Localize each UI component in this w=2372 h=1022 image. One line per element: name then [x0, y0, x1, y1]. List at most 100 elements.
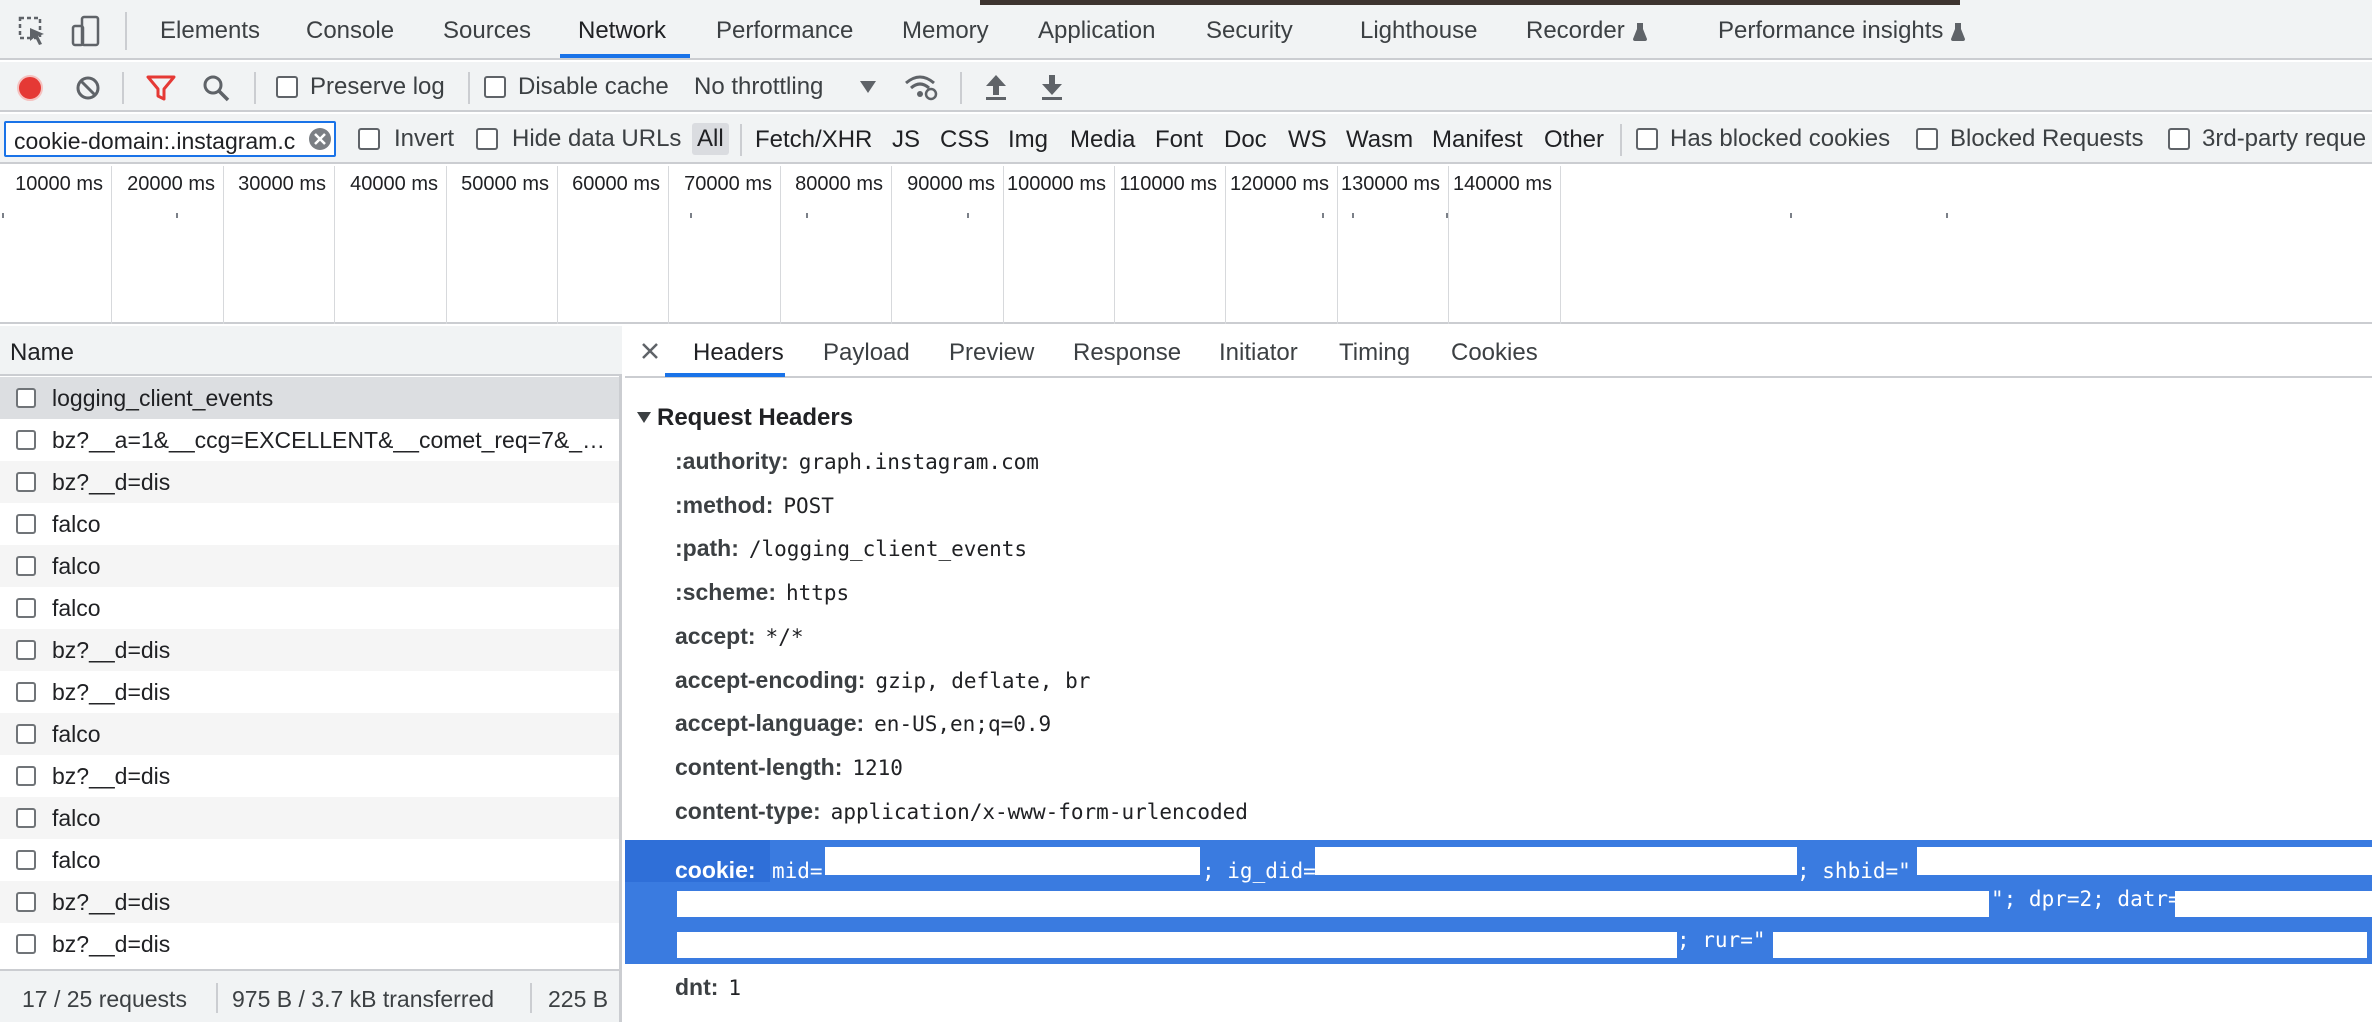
tab-cookies[interactable]: Cookies	[1451, 339, 1538, 367]
row-checkbox[interactable]	[16, 766, 36, 786]
header-row: :scheme: https	[675, 579, 849, 606]
header-key: accept-language:	[675, 710, 865, 737]
row-checkbox[interactable]	[16, 934, 36, 954]
header-row-dnt: dnt: 1	[675, 974, 741, 1001]
filter-input-value: cookie-domain:.instagram.c	[14, 128, 296, 154]
header-row: content-type: application/x-www-form-urle…	[675, 798, 1248, 825]
has-blocked-cookies-label: Has blocked cookies	[1670, 125, 1891, 152]
preserve-log-checkbox[interactable]	[276, 76, 298, 98]
tab-console[interactable]: Console	[306, 17, 394, 45]
tab-elements[interactable]: Elements	[160, 17, 260, 45]
tab-timing[interactable]: Timing	[1339, 339, 1410, 367]
timeline-tick-label: 10000 ms	[15, 173, 103, 195]
tab-application[interactable]: Application	[1038, 17, 1155, 45]
table-row[interactable]: bz?__a=1&__ccg=EXCELLENT&__comet_req=7&_…	[0, 419, 619, 461]
tab-initiator[interactable]: Initiator	[1219, 339, 1298, 367]
row-checkbox[interactable]	[16, 640, 36, 660]
record-icon[interactable]	[16, 74, 44, 102]
throttling-select[interactable]: No throttling	[694, 73, 823, 101]
filter-icon[interactable]	[146, 74, 176, 102]
request-name: bz?__a=1&__ccg=EXCELLENT&__comet_req=7&_…	[52, 427, 612, 453]
row-checkbox[interactable]	[16, 850, 36, 870]
redacted-value	[1917, 847, 2372, 875]
row-checkbox[interactable]	[16, 808, 36, 828]
tab-lighthouse[interactable]: Lighthouse	[1360, 17, 1477, 45]
blocked-requests-checkbox[interactable]	[1916, 128, 1938, 150]
tab-performance-insights[interactable]: Performance insights	[1718, 17, 1966, 45]
table-row[interactable]: falco	[0, 713, 619, 755]
invert-checkbox[interactable]	[358, 128, 380, 150]
table-row[interactable]: falco	[0, 545, 619, 587]
filter-type-img[interactable]: Img	[1008, 126, 1048, 154]
close-icon[interactable]	[639, 340, 661, 362]
row-checkbox[interactable]	[16, 388, 36, 408]
row-checkbox[interactable]	[16, 430, 36, 450]
tab-network[interactable]: Network	[578, 17, 666, 45]
tab-sources[interactable]: Sources	[443, 17, 531, 45]
third-party-requests-checkbox[interactable]	[2168, 128, 2190, 150]
timeline-tick-label: 120000 ms	[1230, 173, 1329, 195]
header-value: application/x-www-form-urlencoded	[830, 799, 1248, 824]
table-row[interactable]: falco	[0, 587, 619, 629]
network-conditions-icon[interactable]	[904, 74, 938, 102]
tab-performance[interactable]: Performance	[716, 17, 853, 45]
filter-type-ws[interactable]: WS	[1288, 126, 1327, 154]
table-row[interactable]: bz?__d=dis	[0, 923, 619, 965]
disable-cache-checkbox[interactable]	[484, 76, 506, 98]
row-checkbox[interactable]	[16, 514, 36, 534]
filter-type-fetch-xhr[interactable]: Fetch/XHR	[755, 126, 872, 154]
table-row[interactable]: logging_client_events	[0, 377, 619, 419]
table-row[interactable]: bz?__d=dis	[0, 671, 619, 713]
timeline-overview[interactable]: 10000 ms 20000 ms 30000 ms 40000 ms 50000 ms…	[0, 166, 2372, 324]
filter-type-wasm[interactable]: Wasm	[1346, 126, 1413, 154]
table-row[interactable]: bz?__d=dis	[0, 755, 619, 797]
hide-data-urls-checkbox[interactable]	[476, 128, 498, 150]
import-har-icon[interactable]	[984, 73, 1008, 101]
transferred-size: 975 B / 3.7 kB transferred	[232, 986, 495, 1012]
header-row: :authority: graph.instagram.com	[675, 448, 1039, 475]
filter-type-css[interactable]: CSS	[940, 126, 989, 154]
row-checkbox[interactable]	[16, 556, 36, 576]
inspect-element-icon[interactable]	[16, 14, 50, 48]
tab-headers[interactable]: Headers	[693, 339, 784, 367]
tab-response[interactable]: Response	[1073, 339, 1181, 367]
search-icon[interactable]	[202, 74, 230, 102]
row-checkbox[interactable]	[16, 892, 36, 912]
tab-security[interactable]: Security	[1206, 17, 1293, 45]
table-row[interactable]: bz?__d=dis	[0, 629, 619, 671]
clear-icon[interactable]	[74, 74, 102, 102]
filter-type-doc[interactable]: Doc	[1224, 126, 1267, 154]
table-row[interactable]: falco	[0, 797, 619, 839]
tab-preview[interactable]: Preview	[949, 339, 1034, 367]
filter-input[interactable]: cookie-domain:.instagram.c	[4, 121, 336, 157]
row-checkbox[interactable]	[16, 472, 36, 492]
header-key: content-type:	[675, 797, 821, 824]
name-column-header-label: Name	[10, 339, 75, 366]
table-row[interactable]: bz?__d=dis	[0, 461, 619, 503]
request-headers-section[interactable]: Request Headers	[657, 404, 853, 432]
filter-type-other[interactable]: Other	[1544, 126, 1604, 154]
table-row[interactable]: bz?__d=dis	[0, 881, 619, 923]
filter-type-js[interactable]: JS	[892, 126, 920, 154]
tab-memory[interactable]: Memory	[902, 17, 989, 45]
collapse-triangle-icon[interactable]	[637, 412, 651, 423]
tab-recorder[interactable]: Recorder	[1526, 17, 1647, 45]
row-checkbox[interactable]	[16, 598, 36, 618]
filter-type-all[interactable]: All	[692, 123, 729, 155]
filter-type-media[interactable]: Media	[1070, 126, 1135, 154]
tab-payload[interactable]: Payload	[823, 339, 910, 367]
chevron-down-icon[interactable]	[860, 81, 876, 93]
name-column-header[interactable]: Name	[0, 326, 622, 376]
row-checkbox[interactable]	[16, 682, 36, 702]
filter-type-font[interactable]: Font	[1155, 126, 1203, 154]
clear-filter-icon[interactable]	[308, 127, 332, 151]
third-party-requests-label: 3rd-party reque	[2202, 125, 2367, 152]
has-blocked-cookies-checkbox[interactable]	[1636, 128, 1658, 150]
export-har-icon[interactable]	[1040, 73, 1064, 101]
table-row[interactable]: falco	[0, 503, 619, 545]
row-checkbox[interactable]	[16, 724, 36, 744]
device-toolbar-icon[interactable]	[70, 14, 104, 48]
filter-type-manifest[interactable]: Manifest	[1432, 126, 1523, 154]
header-key: :scheme:	[675, 579, 776, 606]
table-row[interactable]: falco	[0, 839, 619, 881]
